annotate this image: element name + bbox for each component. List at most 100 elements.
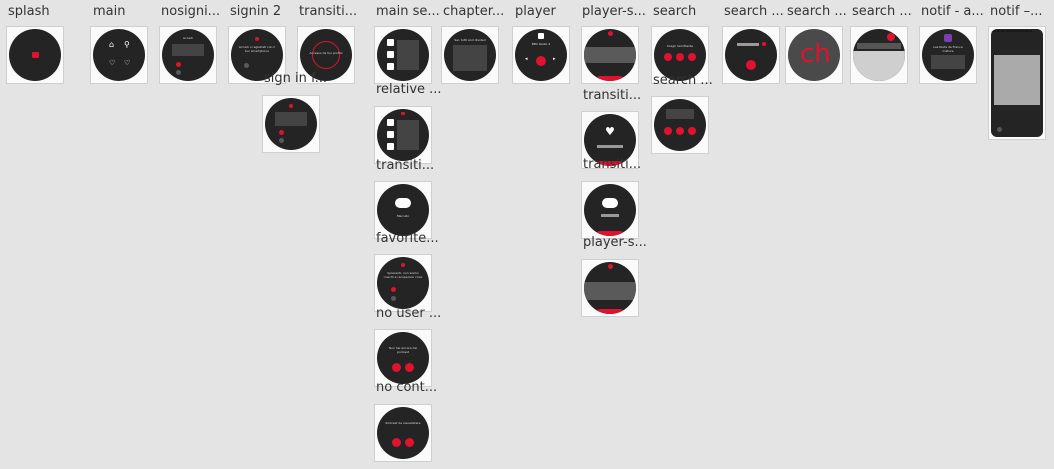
secondary-button[interactable] xyxy=(176,70,181,75)
label-transition: transiti... xyxy=(299,4,358,19)
search-button[interactable] xyxy=(405,438,414,447)
home-button[interactable] xyxy=(392,438,401,447)
screen-chapter[interactable]: Sei, tutti and divided xyxy=(441,26,499,84)
search-icon: ⚲ xyxy=(124,40,130,49)
screen-player-s[interactable] xyxy=(581,26,639,84)
retry-button[interactable] xyxy=(391,287,396,292)
station-band xyxy=(584,47,636,63)
use-app-button[interactable] xyxy=(391,296,396,301)
bottom-bar xyxy=(596,309,624,314)
screen-main[interactable]: ⌂ ⚲ ♡ ♡ xyxy=(90,26,148,84)
screen-player[interactable]: BBC Radio 4 ◂ ▸ xyxy=(512,26,570,84)
watch-face xyxy=(584,262,636,314)
watch-face: Non hai ancora dei podcast xyxy=(377,332,429,384)
transition-text: Accesso da tuo profilo xyxy=(309,51,343,55)
logo-icon xyxy=(32,52,39,58)
watch-face: Podcast da visualizzare xyxy=(377,407,429,459)
label-no-user: no user ... xyxy=(376,306,442,321)
screen-notif-a[interactable]: Les Nuits de France Culture xyxy=(919,26,977,84)
watch-face xyxy=(584,184,636,236)
notif-title: Les Nuits de France Culture xyxy=(991,29,1033,33)
mic-button[interactable] xyxy=(746,60,756,70)
text-lines xyxy=(172,44,204,56)
login-button[interactable] xyxy=(176,62,181,67)
watch-face: ⌂ ⚲ ♡ ♡ xyxy=(93,29,145,81)
play-pause-button[interactable] xyxy=(536,56,546,66)
screen-mainse[interactable] xyxy=(374,26,432,84)
voice-button[interactable] xyxy=(664,127,672,135)
no-cont-text: Non hai ancora dei podcast xyxy=(388,346,418,354)
keyboard-area[interactable] xyxy=(853,51,905,81)
watch-face xyxy=(377,29,429,81)
watch-face: BBC Radio 4 ◂ ▸ xyxy=(515,29,567,81)
previous-icon[interactable]: ◂ xyxy=(525,57,528,62)
handwriting-glyph: ch xyxy=(800,39,831,69)
list-button[interactable] xyxy=(688,127,696,135)
label-transiti-mid: transiti... xyxy=(376,158,435,173)
episode-image xyxy=(994,55,1040,105)
search-button[interactable] xyxy=(405,363,414,372)
watch-face xyxy=(725,29,777,81)
search-text: Scegli l'emittente xyxy=(666,44,694,48)
screen-player-s2[interactable] xyxy=(581,259,639,317)
label-search-3: search ... xyxy=(787,4,847,19)
keyboard-button[interactable] xyxy=(676,53,684,61)
list-checkbox[interactable] xyxy=(387,119,394,126)
label-splash: splash xyxy=(8,4,50,19)
top-indicator xyxy=(401,112,405,115)
check-icon[interactable] xyxy=(887,33,895,41)
label-signin2: signin 2 xyxy=(230,4,282,19)
retry-button[interactable] xyxy=(279,130,284,135)
favorite-text: Mercato xyxy=(396,214,410,218)
alert-icon xyxy=(289,104,293,108)
screen-signin-f[interactable] xyxy=(262,95,320,153)
play-icon[interactable] xyxy=(997,127,1002,132)
result-tabs[interactable] xyxy=(857,43,901,49)
label-main: main xyxy=(93,4,126,19)
screen-no-cont[interactable]: Podcast da visualizzare xyxy=(374,404,432,462)
list-checkbox[interactable] xyxy=(387,143,394,150)
list-checkbox[interactable] xyxy=(387,63,394,70)
screen-no-user[interactable]: Non hai ancora dei podcast xyxy=(374,329,432,387)
screen-transition-p2[interactable] xyxy=(581,181,639,239)
watch-face: Mercato xyxy=(377,184,429,236)
label-search-sub: search ... xyxy=(653,73,713,88)
heart-icon: ♥ xyxy=(605,125,615,138)
text-line xyxy=(597,145,623,148)
voice-button[interactable] xyxy=(664,53,672,61)
last-text: Podcast da visualizzare xyxy=(385,421,421,425)
list-checkbox[interactable] xyxy=(387,131,394,138)
pause-indicator xyxy=(608,31,613,36)
watch-face: Sei, tutti and divided xyxy=(444,29,496,81)
cancel-button[interactable] xyxy=(244,63,249,68)
screen-favorite[interactable]: Spiacenti, non siamo riusciti a recupera… xyxy=(374,254,432,312)
list-button[interactable] xyxy=(688,53,696,61)
screen-search-4[interactable] xyxy=(850,26,908,84)
screen-relative[interactable] xyxy=(374,106,432,164)
watch-face xyxy=(654,99,706,151)
screen-nosignin[interactable]: Accedi xyxy=(159,26,217,84)
label-player: player xyxy=(515,4,556,19)
text-lines xyxy=(666,109,694,119)
screen-search-sub[interactable] xyxy=(651,96,709,154)
no-user-text: Spiacenti, non siamo riusciti a recupera… xyxy=(383,271,423,279)
screen-search-2[interactable] xyxy=(722,26,780,84)
list-checkbox[interactable] xyxy=(387,51,394,58)
screen-splash[interactable] xyxy=(6,26,64,84)
home-button[interactable] xyxy=(392,363,401,372)
screen-search-3[interactable]: ch xyxy=(785,26,843,84)
list-checkbox[interactable] xyxy=(387,39,394,46)
explore-button[interactable] xyxy=(279,138,284,143)
label-transiti-p1: transiti... xyxy=(583,88,642,103)
screen-notif-2[interactable]: Les Nuits de France Culture xyxy=(988,26,1046,140)
cloud-icon xyxy=(395,198,411,208)
next-icon[interactable]: ▸ xyxy=(553,57,556,62)
close-icon[interactable] xyxy=(762,42,766,46)
pause-indicator xyxy=(608,264,613,269)
chapter-text: Sei, tutti and divided xyxy=(454,38,486,42)
signin2-text: Accedi o registrati con il tuo smartphon… xyxy=(238,45,276,53)
notif-card: Les Nuits de France Culture xyxy=(991,29,1043,137)
keyboard-button[interactable] xyxy=(676,127,684,135)
label-no-cont: no cont... xyxy=(376,380,438,395)
label-mainse: main se... xyxy=(376,4,440,19)
